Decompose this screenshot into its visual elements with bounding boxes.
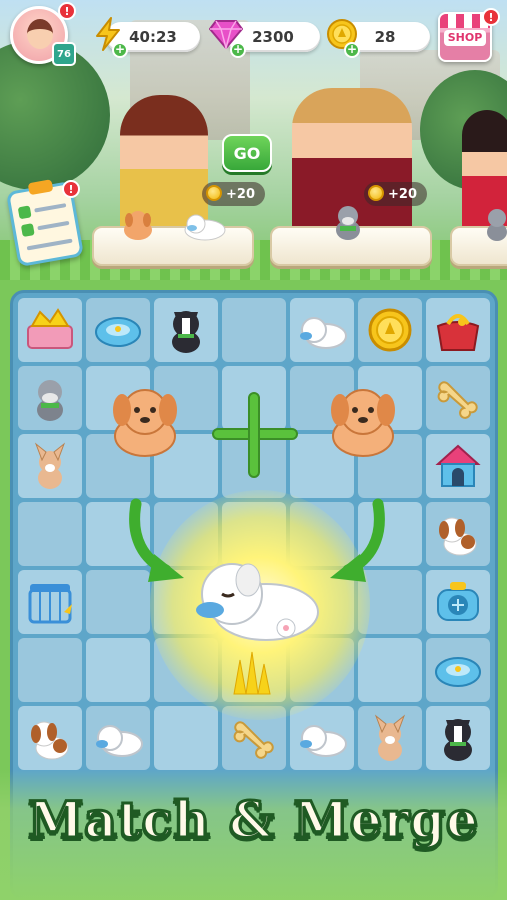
order-counter-3[interactable] (450, 209, 507, 266)
order-sleeping-puppy-icon (184, 214, 226, 241)
board-cell[interactable] (18, 298, 82, 362)
sparkle-flame-icon (233, 651, 271, 695)
sleeping-puppy-result-icon (196, 563, 319, 641)
board-cell[interactable] (426, 434, 490, 498)
order-counter-1[interactable] (92, 211, 254, 266)
chihuahua-icon[interactable] (364, 712, 416, 764)
player-level-badge: 76 (52, 42, 76, 66)
shop-alert-icon: ! (482, 8, 500, 26)
board-cell[interactable] (154, 706, 218, 770)
board-cell[interactable] (86, 298, 150, 362)
reward-coin-icon (206, 185, 222, 201)
board-cell[interactable] (18, 706, 82, 770)
board-cell[interactable] (18, 502, 82, 566)
task-check-icon (20, 223, 35, 238)
pet-bowl-icon[interactable] (432, 644, 484, 696)
puppy-left-icon (113, 389, 177, 457)
board-cell[interactable] (358, 706, 422, 770)
pet-carrier-icon[interactable] (432, 576, 484, 628)
boston-terrier-icon[interactable] (432, 712, 484, 764)
reward-pill-2: +20 (364, 182, 427, 206)
reward-pill-1: +20 (202, 182, 265, 206)
add-coins-button[interactable]: + (344, 42, 360, 58)
board-cell[interactable] (18, 434, 82, 498)
task-alert-icon: ! (62, 180, 80, 198)
bone-icon[interactable] (432, 372, 484, 424)
coin-icon[interactable] (364, 304, 416, 356)
merge-plus-icon (212, 392, 298, 478)
banner-title: Match & Merge (27, 789, 480, 851)
task-check-icon (17, 205, 32, 220)
schnauzer-icon[interactable] (24, 372, 76, 424)
pet-cage-icon[interactable] (24, 576, 76, 628)
sleeping-puppy-icon[interactable] (296, 304, 348, 356)
boston-terrier-icon[interactable] (160, 304, 212, 356)
sleeping-puppy-icon[interactable] (296, 712, 348, 764)
board-cell[interactable] (426, 706, 490, 770)
board-cell[interactable] (426, 502, 490, 566)
beagle-icon[interactable] (24, 712, 76, 764)
board-cell[interactable] (154, 298, 218, 362)
order-schnauzer-icon (336, 206, 360, 240)
board-cell[interactable] (86, 706, 150, 770)
board-cell[interactable] (86, 638, 150, 702)
reward-amount: +20 (226, 186, 255, 202)
top-hud: 76 ! 40:23 + 2300 + 28 + SHOP ! (0, 0, 507, 76)
board-cell[interactable] (290, 298, 354, 362)
reward-amount: +20 (388, 186, 417, 202)
avatar-alert-icon: ! (58, 2, 76, 20)
board-cell[interactable] (426, 570, 490, 634)
board-cell[interactable] (18, 638, 82, 702)
go-button[interactable]: GO (222, 134, 272, 172)
beagle-icon[interactable] (432, 508, 484, 560)
chihuahua-icon[interactable] (24, 440, 76, 492)
add-gems-button[interactable]: + (230, 42, 246, 58)
arrow-left-icon (129, 498, 184, 582)
add-energy-button[interactable]: + (112, 42, 128, 58)
order-counter-2[interactable] (270, 206, 432, 266)
sleeping-puppy-icon[interactable] (92, 712, 144, 764)
shop-label: SHOP (444, 30, 486, 46)
arrow-right-icon (330, 498, 385, 582)
board-cell[interactable] (426, 298, 490, 362)
puppy-right-icon (331, 389, 395, 457)
board-cell[interactable] (18, 570, 82, 634)
cheese-crate-icon[interactable] (24, 304, 76, 356)
board-cell[interactable] (358, 298, 422, 362)
order-puppy-icon (124, 211, 152, 240)
dog-house-icon[interactable] (432, 440, 484, 492)
board-cell[interactable] (426, 638, 490, 702)
board-cell[interactable] (426, 366, 490, 430)
board-cell[interactable] (358, 638, 422, 702)
reward-coin-icon (368, 185, 384, 201)
board-cell[interactable] (18, 366, 82, 430)
pet-bowl-icon[interactable] (92, 304, 144, 356)
red-purse-icon[interactable] (432, 304, 484, 356)
board-cell[interactable] (222, 298, 286, 362)
order-schnauzer-icon (487, 209, 507, 241)
clipboard-clip (27, 179, 54, 196)
board-cell[interactable] (290, 706, 354, 770)
